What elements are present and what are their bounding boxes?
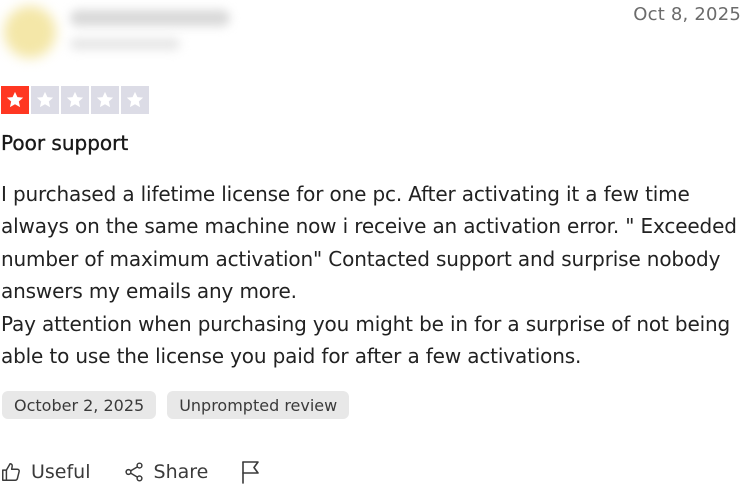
report-button[interactable] xyxy=(240,460,262,484)
star-rating xyxy=(1,86,149,114)
review-card: Oct 8, 2025 Poor support I purchased a l… xyxy=(0,0,743,497)
star-rating-box xyxy=(121,86,149,114)
review-title[interactable]: Poor support xyxy=(1,131,129,155)
star-icon xyxy=(66,91,84,108)
avatar[interactable] xyxy=(4,6,56,58)
thumbs-up-icon xyxy=(0,461,22,483)
star-icon xyxy=(36,91,54,108)
experience-date-badge: October 2, 2025 xyxy=(2,391,157,419)
share-label: Share xyxy=(153,461,209,483)
review-tags: October 2, 2025 Unprompted review xyxy=(2,391,350,419)
flag-icon xyxy=(240,460,262,484)
review-actions: Useful Share xyxy=(0,460,294,484)
star-icon xyxy=(96,91,114,108)
star-rating-box xyxy=(31,86,59,114)
star-rating-box xyxy=(91,86,119,114)
review-body-paragraph: Pay attention when purchasing you might … xyxy=(1,311,731,369)
reviewer-name-blurred[interactable] xyxy=(70,10,230,26)
star-rating-box xyxy=(61,86,89,114)
share-icon xyxy=(123,461,145,483)
review-body-paragraph: I purchased a lifetime license for one p… xyxy=(1,182,737,304)
review-body: I purchased a lifetime license for one p… xyxy=(1,178,741,372)
useful-button[interactable]: Useful xyxy=(0,461,91,483)
star-rating-box xyxy=(1,86,29,114)
review-date: Oct 8, 2025 xyxy=(633,4,741,25)
star-icon xyxy=(126,91,144,108)
useful-label: Useful xyxy=(31,461,91,483)
star-icon xyxy=(6,91,24,108)
review-type-badge[interactable]: Unprompted review xyxy=(167,391,350,419)
reviewer-meta-blurred xyxy=(70,38,180,50)
share-button[interactable]: Share xyxy=(123,461,209,483)
reviewer-info-blurred[interactable] xyxy=(0,0,260,70)
